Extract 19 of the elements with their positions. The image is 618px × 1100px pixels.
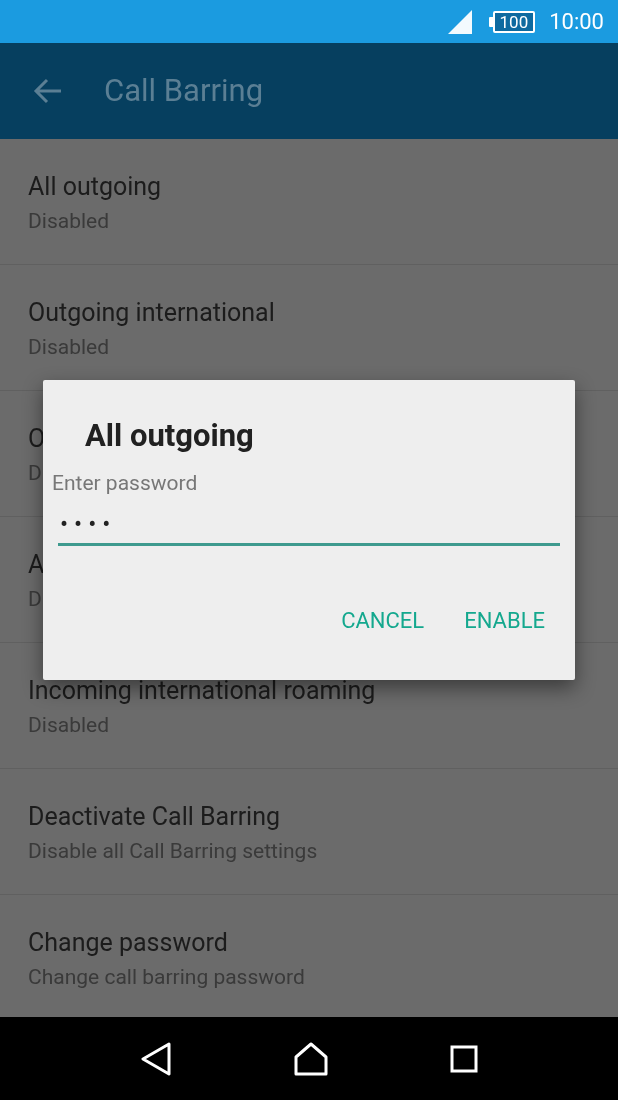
clock: 10:00 xyxy=(549,8,604,36)
item-title: Incoming international roaming xyxy=(28,675,376,707)
item-title: A xyxy=(28,549,45,581)
password-field[interactable]: •••• xyxy=(58,504,560,546)
home-icon[interactable] xyxy=(293,1041,329,1076)
signal-icon xyxy=(446,9,473,34)
item-title: Change password xyxy=(28,927,228,959)
item-title: All outgoing xyxy=(28,171,162,203)
dialog-title: All outgoing xyxy=(85,416,255,456)
item-title: Deactivate Call Barring xyxy=(28,801,281,833)
dialog-button[interactable]: ENABLE xyxy=(454,598,555,643)
battery-level: 100 xyxy=(492,10,536,33)
back-arrow-icon xyxy=(33,78,63,104)
screen-title: Call Barring xyxy=(104,70,264,111)
dialog-button[interactable]: CANCEL xyxy=(331,598,435,643)
item-title: Outgoing international xyxy=(28,297,275,329)
back-icon[interactable] xyxy=(140,1041,173,1076)
recents-icon[interactable] xyxy=(449,1044,478,1073)
field-label: Enter password xyxy=(52,470,199,497)
